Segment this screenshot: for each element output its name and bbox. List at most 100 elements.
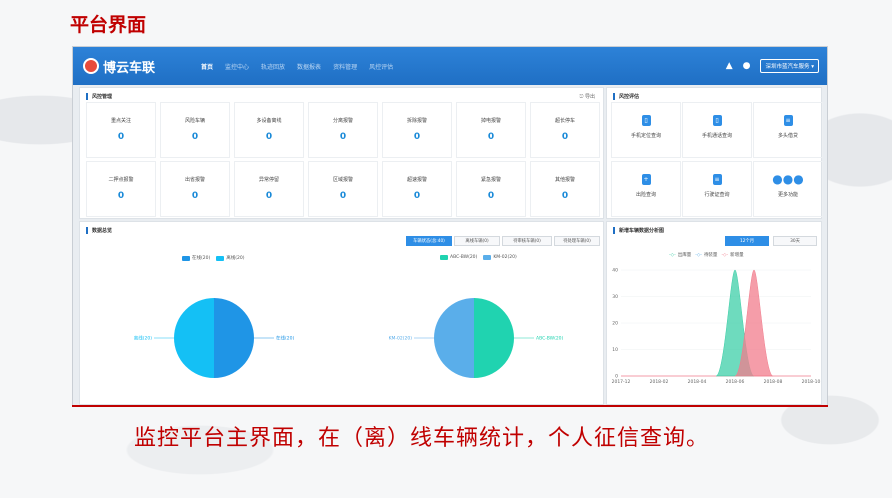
- risk-eval-card[interactable]: ▯ 手机定位查询: [611, 102, 681, 158]
- nav-item-home[interactable]: 首页: [201, 62, 213, 71]
- risk-eval-card[interactable]: ▯ 手机通话查询: [682, 102, 752, 158]
- pie-label: KM-02(20): [389, 336, 413, 342]
- pie-slice[interactable]: [214, 298, 254, 378]
- risk-card[interactable]: 超长停车 0: [530, 102, 600, 158]
- risk-card-label: 出省报警: [184, 177, 205, 183]
- risk-card[interactable]: 掉电报警 0: [456, 102, 526, 158]
- slide-caption: 监控平台主界面，在（离）线车辆统计，个人征信查询。: [134, 426, 710, 451]
- risk-card-label: 紧急报警: [480, 177, 501, 183]
- logo-icon: [83, 58, 99, 74]
- pie-label: 离线(20): [134, 335, 152, 342]
- bell-icon[interactable]: ●: [743, 61, 751, 71]
- risk-eval-label: 出险查询: [635, 192, 656, 198]
- risk-card-value: 0: [561, 191, 569, 201]
- risk-card-value: 0: [191, 132, 199, 142]
- risk-card-value: 0: [561, 132, 569, 142]
- warning-icon[interactable]: ▲: [726, 61, 733, 71]
- phone-call-icon: ▯: [712, 115, 722, 126]
- pie-slice[interactable]: [174, 298, 214, 378]
- x-tick-label: 2018-02: [650, 379, 669, 385]
- risk-card[interactable]: 区域报警 0: [308, 161, 378, 217]
- risk-eval-card[interactable]: ●●● 更多功能: [753, 161, 823, 217]
- more-icon: ●●●: [772, 172, 804, 186]
- risk-eval-title: 风控评估: [613, 93, 639, 100]
- export-label: 导出: [584, 94, 595, 100]
- pie-charts: 在线(20) 离线(20) ABC-BW(20) KM-02(20): [134, 298, 564, 378]
- x-tick-label: 2018-10: [802, 379, 821, 385]
- risk-card[interactable]: 风险车辆 0: [160, 102, 230, 158]
- risk-card-value: 0: [117, 132, 125, 142]
- risk-manage-panel: 风控管理 ⎋ 导出 重点关注 0 风险车辆 0 多设备离线 0 分离报警 0 拆除报警 0 掉电报警…: [79, 87, 604, 219]
- risk-eval-label: 手机通话查询: [701, 133, 732, 139]
- phone-locate-icon: ▯: [641, 115, 651, 126]
- risk-card[interactable]: 二押点报警 0: [86, 161, 156, 217]
- main-nav: 首页 监控中心 轨迹回放 数据报表 资料管理 风控评估: [201, 62, 405, 71]
- document-icon: ≡: [783, 115, 793, 126]
- pie-slice[interactable]: [434, 298, 474, 378]
- risk-card[interactable]: 分离报警 0: [308, 102, 378, 158]
- risk-card-value: 0: [413, 132, 421, 142]
- risk-card[interactable]: 异常停留 0: [234, 161, 304, 217]
- user-menu-button[interactable]: 深圳市蓝汽车服务 ▾: [760, 59, 819, 73]
- pie-slice[interactable]: [474, 298, 514, 378]
- risk-card-label: 其他报警: [554, 177, 575, 183]
- risk-card[interactable]: 出省报警 0: [160, 161, 230, 217]
- risk-eval-label: 行驶证查询: [704, 192, 730, 198]
- y-tick-label: 20: [612, 321, 618, 327]
- y-tick-label: 0: [615, 374, 618, 380]
- risk-card[interactable]: 紧急报警 0: [456, 161, 526, 217]
- pie-label: 在线(20): [276, 335, 294, 342]
- risk-card-label: 超速报警: [406, 177, 427, 183]
- nav-item-risk[interactable]: 风控评估: [369, 62, 393, 71]
- risk-eval-card[interactable]: ≡ 多头借贷: [753, 102, 823, 158]
- license-icon: ≡: [712, 174, 722, 185]
- risk-eval-card[interactable]: ≡ 行驶证查询: [682, 161, 752, 217]
- x-tick-label: 2018-04: [688, 379, 707, 385]
- risk-eval-card[interactable]: + 出险查询: [611, 161, 681, 217]
- risk-card-value: 0: [487, 132, 495, 142]
- risk-card[interactable]: 重点关注 0: [86, 102, 156, 158]
- risk-card-label: 掉电报警: [480, 118, 501, 124]
- risk-card-label: 风险车辆: [184, 118, 205, 124]
- x-tick-label: 2017-12: [612, 379, 631, 385]
- pie-label: ABC-BW(20): [536, 336, 564, 342]
- trend-chart: 0 10 20 30 40 2017-12 2018-02 2018-04 2018-06 201…: [612, 268, 821, 386]
- risk-eval-label: 手机定位查询: [630, 133, 661, 139]
- risk-card-label: 异常停留: [258, 177, 279, 183]
- risk-card[interactable]: 超速报警 0: [382, 161, 452, 217]
- risk-card-value: 0: [339, 132, 347, 142]
- divider: [72, 405, 828, 407]
- risk-card-value: 0: [191, 191, 199, 201]
- app-name: 博云车联: [103, 60, 156, 76]
- risk-manage-title: 风控管理: [86, 93, 112, 100]
- app-logo: 博云车联: [83, 57, 183, 76]
- x-tick-label: 2018-08: [764, 379, 783, 385]
- y-tick-label: 40: [612, 268, 618, 274]
- risk-card-label: 拆除报警: [406, 118, 427, 124]
- risk-card-label: 重点关注: [110, 118, 131, 124]
- top-right-tools: ▲ ● 深圳市蓝汽车服务 ▾: [726, 59, 819, 73]
- app-screenshot: 博云车联 首页 监控中心 轨迹回放 数据报表 资料管理 风控评估 ▲ ● 深圳市…: [72, 46, 828, 406]
- risk-card-value: 0: [487, 191, 495, 201]
- risk-card-label: 超长停车: [554, 118, 575, 124]
- risk-card-value: 0: [265, 132, 273, 142]
- nav-item-data[interactable]: 资料管理: [333, 62, 357, 71]
- risk-eval-label: 更多功能: [777, 192, 798, 198]
- risk-card[interactable]: 多设备离线 0: [234, 102, 304, 158]
- shield-icon: +: [641, 174, 651, 185]
- slide-title: 平台界面: [70, 14, 147, 36]
- nav-item-monitor[interactable]: 监控中心: [225, 62, 249, 71]
- nav-item-track[interactable]: 轨迹回放: [261, 62, 285, 71]
- risk-card-value: 0: [117, 191, 125, 201]
- export-button[interactable]: ⎋ 导出: [579, 93, 595, 100]
- nav-item-reports[interactable]: 数据报表: [297, 62, 321, 71]
- trend-panel: 新增车辆数据分析图 12个月 30天 -◇- 出库量 -◇- 待装量 -◇- 新…: [606, 221, 822, 405]
- y-tick-label: 30: [612, 294, 618, 300]
- y-tick-label: 10: [612, 347, 618, 353]
- risk-card[interactable]: 其他报警 0: [530, 161, 600, 217]
- risk-card-label: 区域报警: [332, 177, 353, 183]
- risk-eval-panel: 风控评估 ▯ 手机定位查询 ▯ 手机通话查询 ≡ 多头借贷 + 出险查询 ≡ 行驶证查询 ●●● 更多…: [606, 87, 823, 219]
- risk-card-label: 多设备离线: [256, 118, 282, 124]
- risk-card[interactable]: 拆除报警 0: [382, 102, 452, 158]
- risk-eval-label: 多头借贷: [777, 133, 798, 139]
